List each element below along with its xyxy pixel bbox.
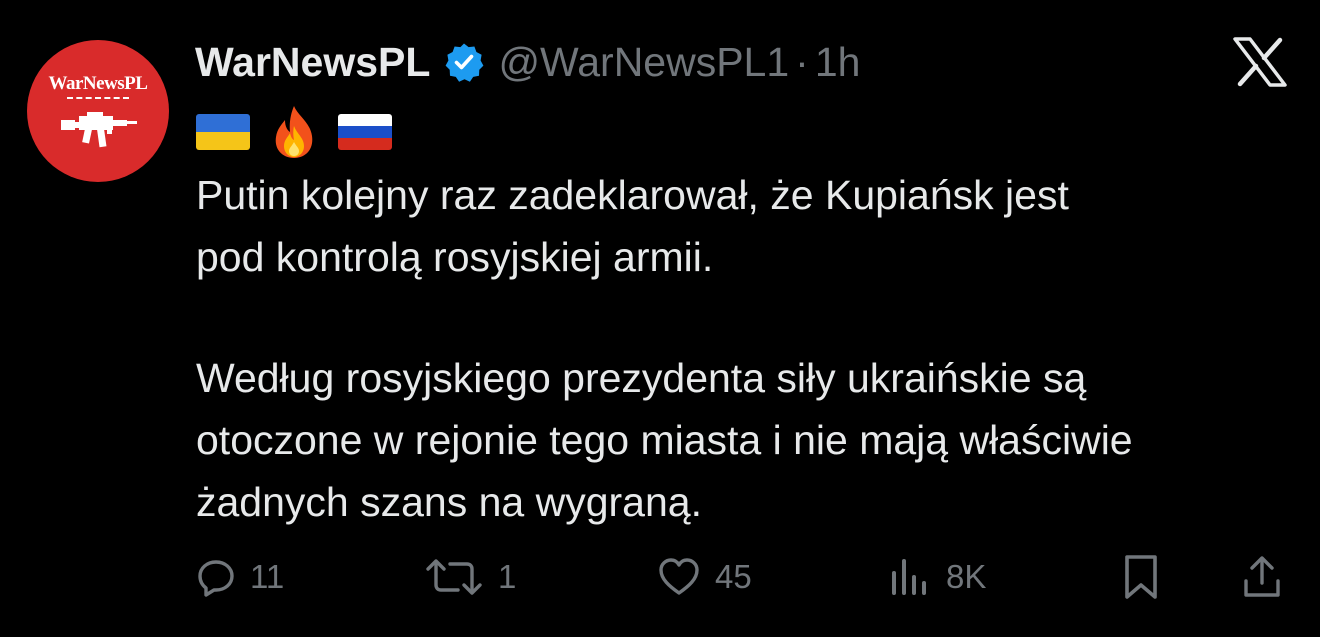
avatar-logo-text: WarNewsPL [48, 73, 148, 94]
avatar-divider [67, 97, 129, 99]
action-bar: 11 1 45 8K [0, 549, 1320, 605]
ukraine-flag-icon [196, 114, 250, 150]
emoji-row [196, 104, 392, 160]
views-button[interactable]: 8K [888, 549, 986, 605]
repost-icon [426, 559, 482, 595]
avatar[interactable]: WarNewsPL [27, 40, 169, 182]
repost-count: 1 [498, 558, 517, 595]
bookmark-button[interactable] [1121, 549, 1161, 605]
author-handle[interactable]: @WarNewsPL1 [498, 39, 789, 86]
meta-separator: · [795, 38, 809, 85]
russia-flag-icon [338, 114, 392, 150]
like-button[interactable]: 45 [657, 549, 752, 605]
x-logo-icon[interactable] [1233, 37, 1287, 87]
fire-icon [275, 106, 313, 158]
reply-button[interactable]: 11 [196, 549, 284, 605]
rifle-icon [61, 112, 137, 148]
reply-count: 11 [250, 558, 285, 595]
tweet-header: WarNewsPL @WarNewsPL1 · 1h [195, 34, 860, 90]
author-name[interactable]: WarNewsPL [195, 39, 430, 86]
tweet-text-paragraph-1: Putin kolejny raz zadeklarował, że Kupia… [196, 172, 1069, 280]
repost-button[interactable]: 1 [424, 549, 516, 605]
verified-badge-icon[interactable] [444, 42, 484, 82]
view-count: 8K [946, 558, 987, 595]
bookmark-icon [1125, 555, 1157, 599]
share-icon [1244, 556, 1280, 597]
tweet-time[interactable]: 1h [815, 39, 861, 86]
views-icon [892, 559, 926, 595]
reply-icon [198, 560, 234, 597]
tweet-text-paragraph-2: Według rosyjskiego prezydenta siły ukrai… [196, 355, 1133, 525]
like-count: 45 [715, 558, 752, 595]
share-button[interactable] [1242, 549, 1282, 605]
heart-icon [659, 558, 699, 595]
tweet[interactable]: WarNewsPL WarNewsPL @WarNewsPL1 · 1h Put… [0, 0, 1320, 637]
